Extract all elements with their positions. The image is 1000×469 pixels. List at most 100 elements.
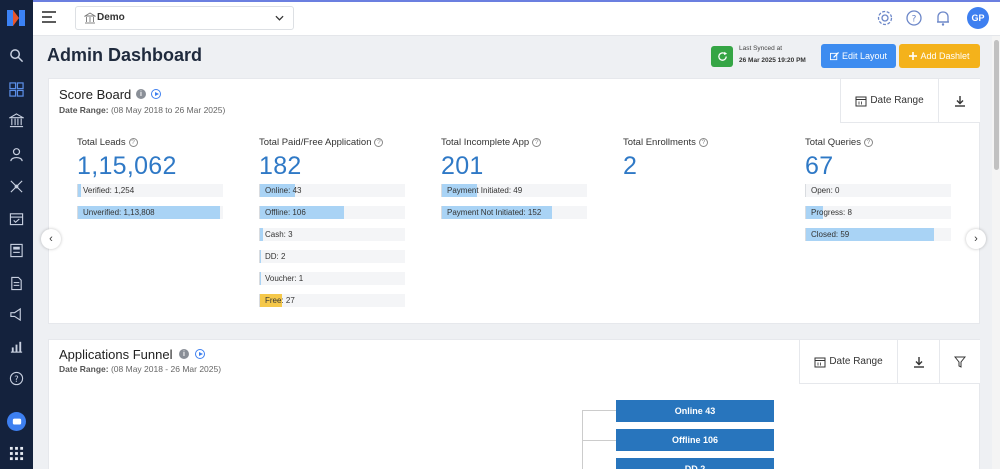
filter-button[interactable] [939, 340, 980, 384]
help-icon[interactable]: ? [863, 138, 873, 147]
metric-breakdown-bar[interactable]: Closed: 59 [805, 228, 951, 241]
bar-fill [78, 184, 81, 197]
help-icon[interactable]: ? [128, 138, 138, 147]
info-icon[interactable]: i [179, 349, 189, 359]
metric-breakdown-bar[interactable]: Cash: 3 [259, 228, 405, 241]
date-range-button[interactable]: Date Range [799, 340, 897, 384]
calendar-icon[interactable] [6, 208, 26, 228]
date-range-value: (08 May 2018 - 26 Mar 2025) [110, 364, 222, 374]
bar-label: Free: 27 [265, 296, 295, 305]
svg-text:?: ? [14, 373, 18, 383]
download-icon [913, 356, 924, 368]
help-circle-icon[interactable]: ? [905, 9, 923, 27]
funnel-connector [582, 440, 616, 441]
bar-label: Verified: 1,254 [83, 186, 135, 195]
bar-label: Unverified: 1,13,808 [83, 208, 155, 217]
page-title: Admin Dashboard [47, 45, 203, 65]
funnel-bar[interactable]: Offline 106 [616, 429, 774, 451]
metric-column: Total Enrollments? 2 [623, 137, 773, 317]
play-icon[interactable] [151, 89, 161, 99]
funnel-card: Applications Funnel i Date Range: (08 Ma… [48, 339, 980, 469]
chat-icon[interactable] [7, 412, 26, 431]
metric-value[interactable]: 1,15,062 [77, 152, 177, 181]
metric-breakdown-bar[interactable]: Voucher: 1 [259, 272, 405, 285]
metric-breakdown-bar[interactable]: Free: 27 [259, 294, 405, 307]
date-range-button[interactable]: Date Range [840, 79, 938, 123]
refresh-icon [717, 51, 727, 61]
carousel-prev-button[interactable]: ‹ [41, 229, 61, 249]
calendar-icon [855, 96, 867, 106]
edit-icon [829, 51, 839, 60]
metric-breakdown-bar[interactable]: Online: 43 [259, 184, 405, 197]
settings-icon[interactable] [876, 9, 894, 27]
institution-icon[interactable] [6, 110, 26, 130]
form-icon[interactable] [6, 240, 26, 260]
metric-label-text: Total Queries [805, 137, 861, 148]
metric-breakdown-bar[interactable]: Verified: 1,254 [77, 184, 223, 197]
funnel-title: Applications Funnel [59, 347, 173, 362]
funnel-bar[interactable]: DD 2 [616, 458, 774, 469]
scoreboard-date-range: Date Range: (08 May 2018 to 26 Mar 2025) [59, 105, 225, 115]
metric-breakdown-bar[interactable]: DD: 2 [259, 250, 405, 263]
metric-column: Total Incomplete App? 201 Payment Initiate… [441, 137, 591, 317]
metric-label: Total Enrollments? [623, 137, 773, 148]
search-icon[interactable] [6, 45, 26, 65]
metric-value[interactable]: 182 [259, 152, 302, 181]
metric-breakdown-bar[interactable]: Offline: 106 [259, 206, 405, 219]
help-icon[interactable]: ? [6, 368, 26, 388]
metric-label: Total Paid/Free Application? [259, 137, 409, 148]
user-icon[interactable] [6, 144, 26, 164]
app-logo[interactable] [5, 8, 27, 28]
help-icon[interactable]: ? [532, 138, 542, 147]
metric-breakdown-bar[interactable]: Open: 0 [805, 184, 951, 197]
add-dashlet-button[interactable]: Add Dashlet [899, 44, 980, 68]
help-icon[interactable]: ? [698, 138, 708, 147]
info-icon[interactable]: i [136, 89, 146, 99]
institution-icon [84, 12, 96, 24]
analytics-icon[interactable] [6, 336, 26, 356]
metric-label-text: Total Enrollments [623, 137, 696, 148]
document-icon[interactable] [6, 273, 26, 293]
download-button[interactable] [897, 340, 939, 384]
scrollbar-thumb[interactable] [994, 40, 999, 170]
network-icon[interactable] [6, 176, 26, 196]
metric-value[interactable]: 2 [623, 152, 637, 181]
scoreboard-title: Score Board [59, 87, 132, 102]
carousel-next-button[interactable]: › [966, 229, 986, 249]
bar-label: Voucher: 1 [265, 274, 304, 283]
metric-label: Total Incomplete App? [441, 137, 591, 148]
funnel-date-range: Date Range: (08 May 2018 - 26 Mar 2025) [59, 364, 221, 374]
bar-fill [260, 228, 263, 241]
institute-name: Demo [97, 12, 125, 23]
plus-icon [909, 52, 918, 60]
bar-label: Online: 43 [265, 186, 302, 195]
institute-select[interactable]: Demo [75, 6, 294, 30]
metric-label-text: Total Paid/Free Application [259, 137, 372, 148]
metric-breakdown-bar[interactable]: Unverified: 1,13,808 [77, 206, 223, 219]
download-button[interactable] [938, 79, 980, 123]
bar-label: Payment Initiated: 49 [447, 186, 523, 195]
funnel-bar[interactable]: Online 43 [616, 400, 774, 422]
metric-breakdown-bar[interactable]: Payment Initiated: 49 [441, 184, 587, 197]
metric-breakdown-bar[interactable]: Progress: 8 [805, 206, 951, 219]
funnel-connector [582, 410, 616, 411]
bar-fill [260, 250, 262, 263]
apps-grid-icon[interactable] [6, 443, 26, 463]
menu-toggle-icon[interactable] [41, 10, 57, 24]
metric-value[interactable]: 67 [805, 152, 833, 181]
metric-label: Total Queries? [805, 137, 955, 148]
bell-icon[interactable] [934, 9, 952, 27]
metric-breakdown-bar[interactable]: Payment Not Initiated: 152 [441, 206, 587, 219]
sync-button[interactable] [711, 46, 733, 67]
megaphone-icon[interactable] [6, 304, 26, 324]
dashboard-icon[interactable] [6, 79, 26, 99]
last-synced-label: Last Synced at [739, 45, 782, 52]
play-icon[interactable] [195, 349, 205, 359]
svg-text:?: ? [912, 15, 917, 25]
left-rail: ? [0, 0, 33, 469]
user-avatar[interactable]: GP [967, 7, 989, 29]
metric-value[interactable]: 201 [441, 152, 484, 181]
help-icon[interactable]: ? [374, 138, 384, 147]
edit-layout-button[interactable]: Edit Layout [821, 44, 896, 68]
bar-label: Open: 0 [811, 186, 840, 195]
